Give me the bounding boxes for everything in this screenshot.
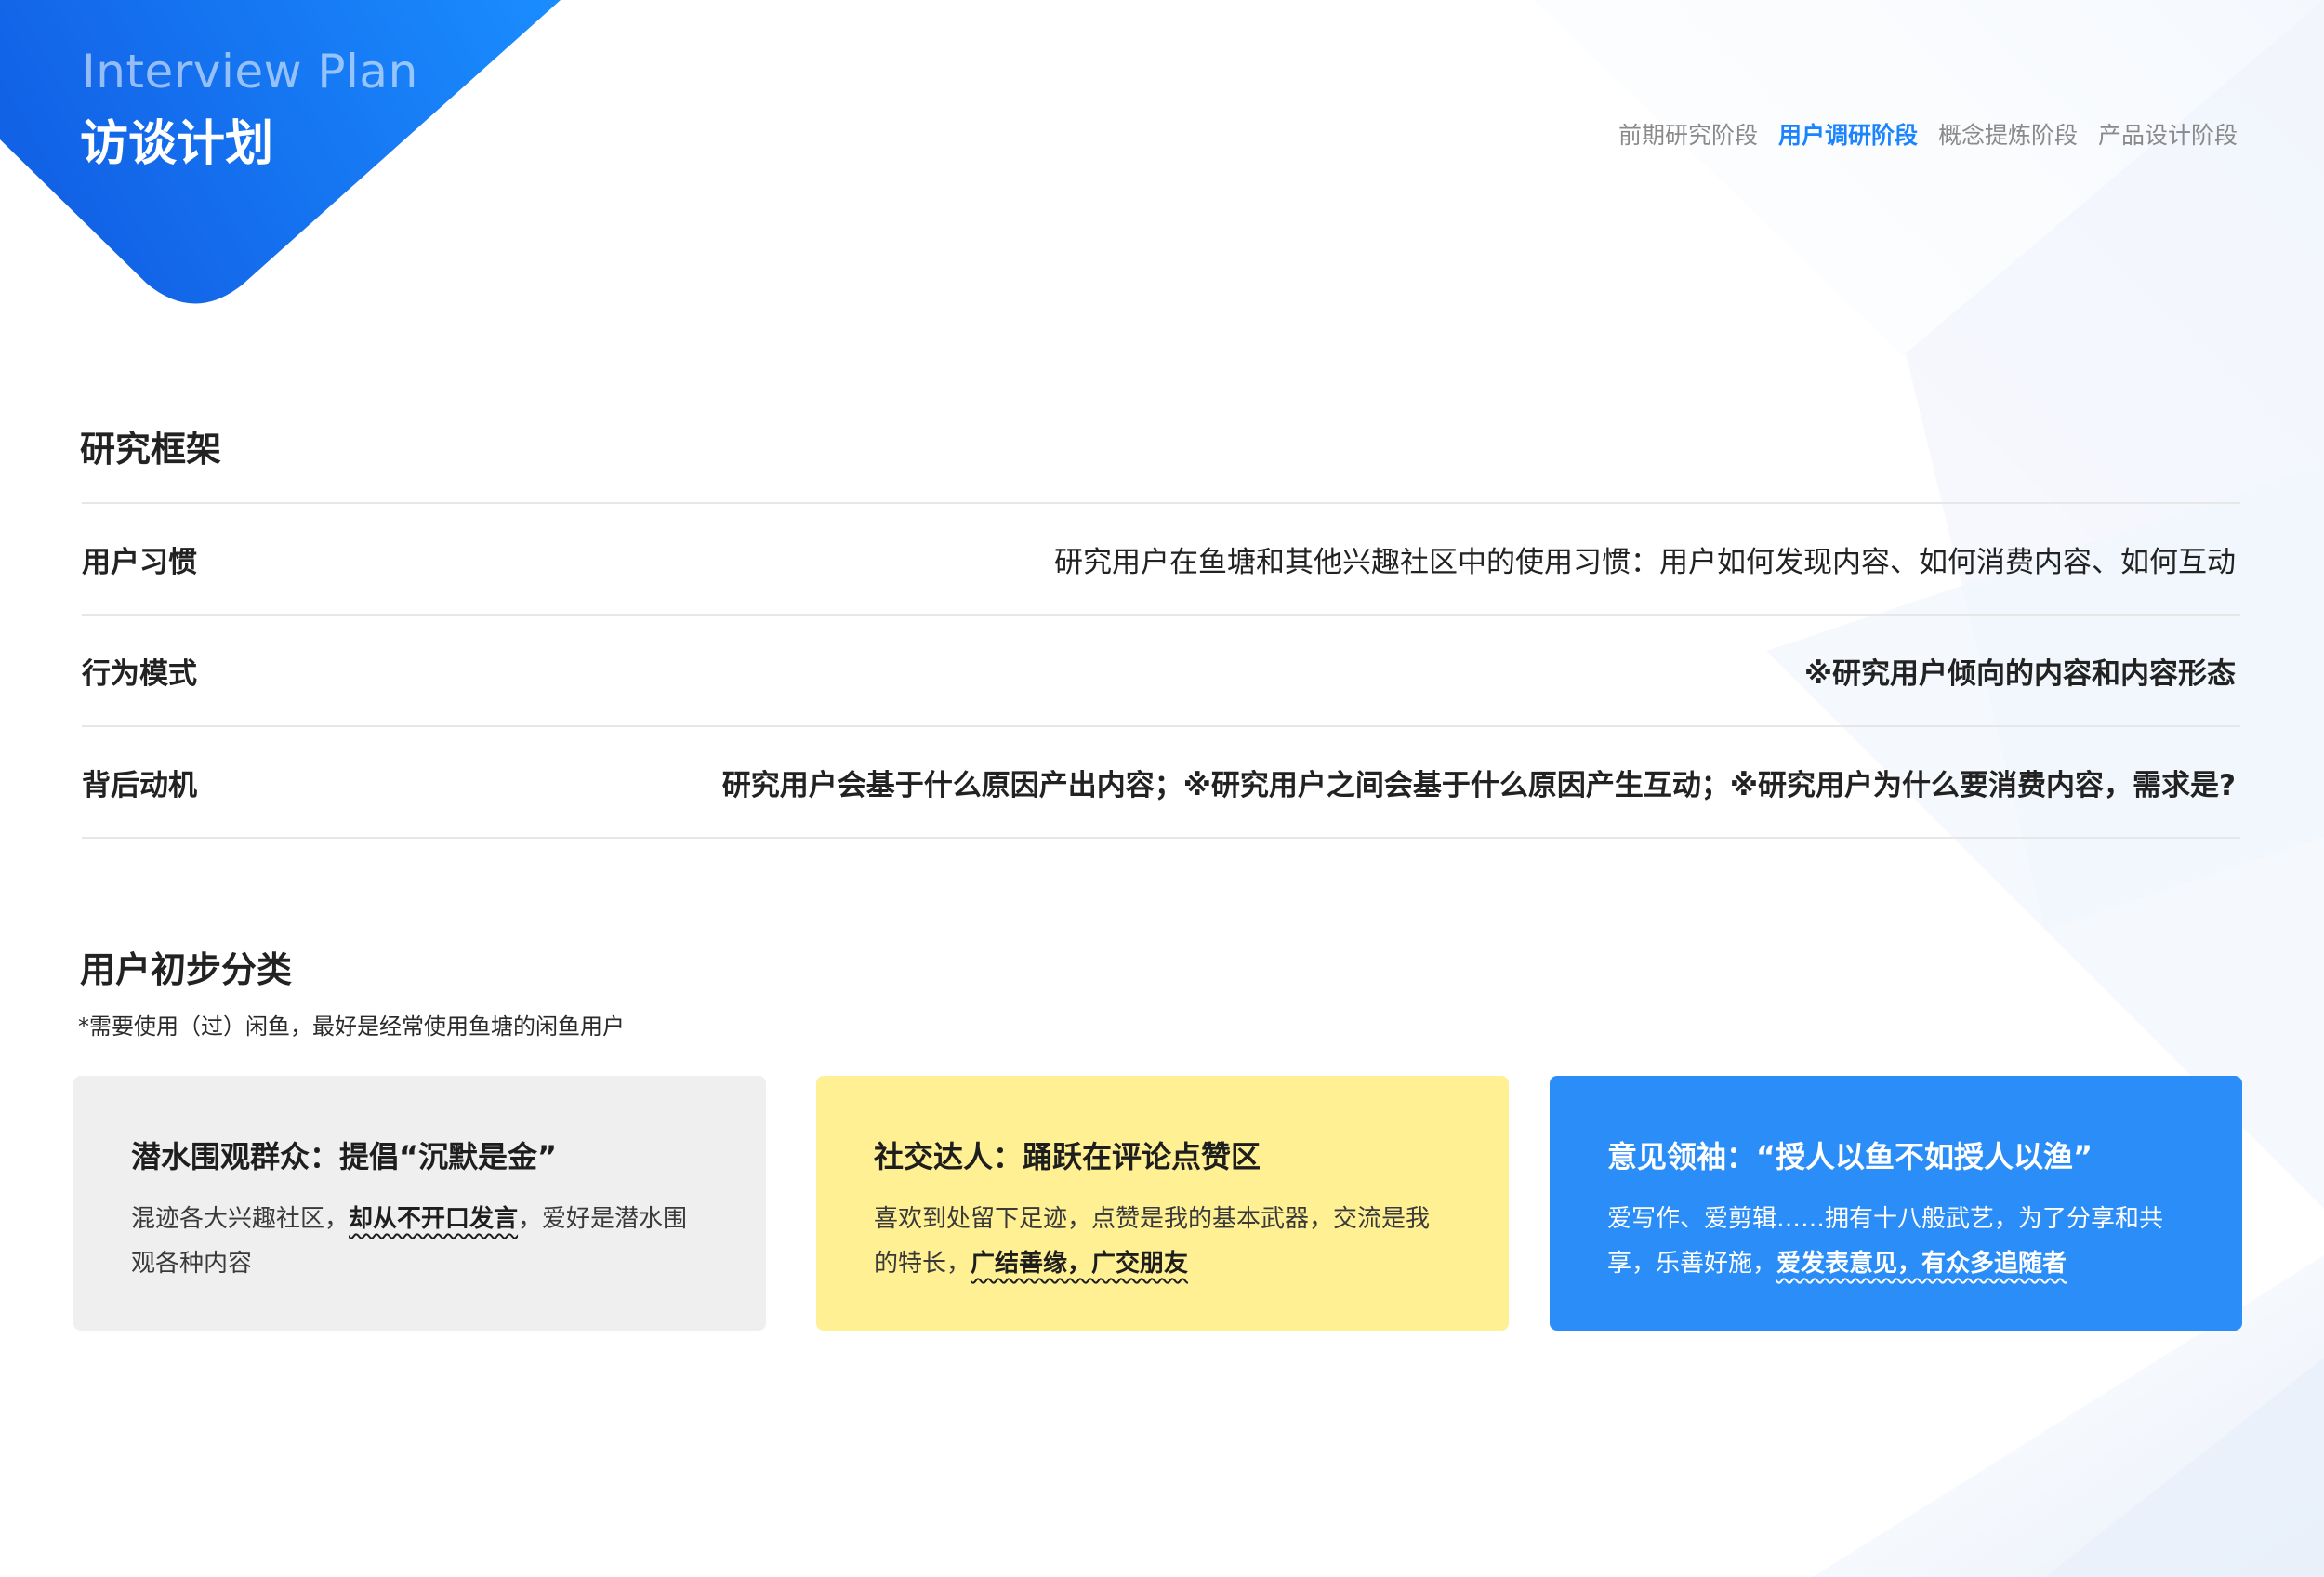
framework-table: 用户习惯 研究用户在鱼塘和其他兴趣社区中的使用习惯：用户如何发现内容、如何消费内… (82, 502, 2240, 839)
header-title-cn: 访谈计划 (80, 116, 274, 172)
stage-tab-user-research[interactable]: 用户调研阶段 (1778, 117, 1918, 151)
card-title: 意见领袖：“授人以鱼不如授人以渔” (1607, 1139, 2093, 1174)
header-title-en: Interview Plan (82, 45, 418, 99)
framework-row-desc: ※研究用户倾向的内容和内容形态 (1803, 656, 2236, 691)
stage-tab-product-design[interactable]: 产品设计阶段 (2098, 117, 2238, 151)
card-text: 混迹各大兴趣社区，却从不开口发言，爱好是潜水围观各种内容 (131, 1197, 710, 1286)
framework-row-label: 行为模式 (82, 656, 197, 691)
category-card-opinion-leader: 意见领袖：“授人以鱼不如授人以渔” 爱写作、爱剪辑……拥有十八般武艺，为了分享和… (1550, 1076, 2242, 1331)
category-card-social: 社交达人：踊跃在评论点赞区 喜欢到处留下足迹，点赞是我的基本武器，交流是我的特长… (816, 1076, 1509, 1331)
card-text-highlight: 广结善缘，广交朋友 (971, 1250, 1189, 1278)
framework-row: 行为模式 ※研究用户倾向的内容和内容形态 (82, 614, 2240, 725)
card-text: 喜欢到处留下足迹，点赞是我的基本武器，交流是我的特长，广结善缘，广交朋友 (874, 1197, 1453, 1286)
card-title: 潜水围观群众：提倡“沉默是金” (131, 1139, 558, 1174)
card-text-part: 混迹各大兴趣社区， (131, 1205, 350, 1233)
stage-tab-early-research[interactable]: 前期研究阶段 (1618, 117, 1758, 151)
category-card-lurker: 潜水围观群众：提倡“沉默是金” 混迹各大兴趣社区，却从不开口发言，爱好是潜水围观… (73, 1076, 766, 1331)
framework-row-label: 背后动机 (82, 768, 197, 802)
stage-nav: 前期研究阶段 用户调研阶段 概念提炼阶段 产品设计阶段 (1618, 117, 2238, 151)
category-cards: 潜水围观群众：提倡“沉默是金” 混迹各大兴趣社区，却从不开口发言，爱好是潜水围观… (73, 1076, 2242, 1331)
stage-tab-concept[interactable]: 概念提炼阶段 (1938, 117, 2078, 151)
framework-row-label: 用户习惯 (82, 545, 197, 579)
framework-row: 用户习惯 研究用户在鱼塘和其他兴趣社区中的使用习惯：用户如何发现内容、如何消费内… (82, 502, 2240, 614)
categories-title: 用户初步分类 (80, 949, 293, 990)
categories-note: *需要使用（过）闲鱼，最好是经常使用鱼塘的闲鱼用户 (78, 1014, 625, 1040)
framework-title: 研究框架 (80, 429, 222, 470)
framework-row-desc: 研究用户在鱼塘和其他兴趣社区中的使用习惯：用户如何发现内容、如何消费内容、如何互… (1054, 545, 2236, 579)
framework-row-desc: 研究用户会基于什么原因产出内容；※研究用户之间会基于什么原因产生互动；※研究用户… (721, 768, 2236, 802)
card-title: 社交达人：踊跃在评论点赞区 (874, 1139, 1261, 1174)
card-text-highlight: 爱发表意见，有众多追随者 (1776, 1250, 2067, 1278)
card-text-highlight: 却从不开口发言 (349, 1205, 519, 1233)
card-text: 爱写作、爱剪辑……拥有十八般武艺，为了分享和共享，乐善好施，爱发表意见，有众多追… (1607, 1197, 2186, 1286)
framework-row: 背后动机 研究用户会基于什么原因产出内容；※研究用户之间会基于什么原因产生互动；… (82, 725, 2240, 839)
